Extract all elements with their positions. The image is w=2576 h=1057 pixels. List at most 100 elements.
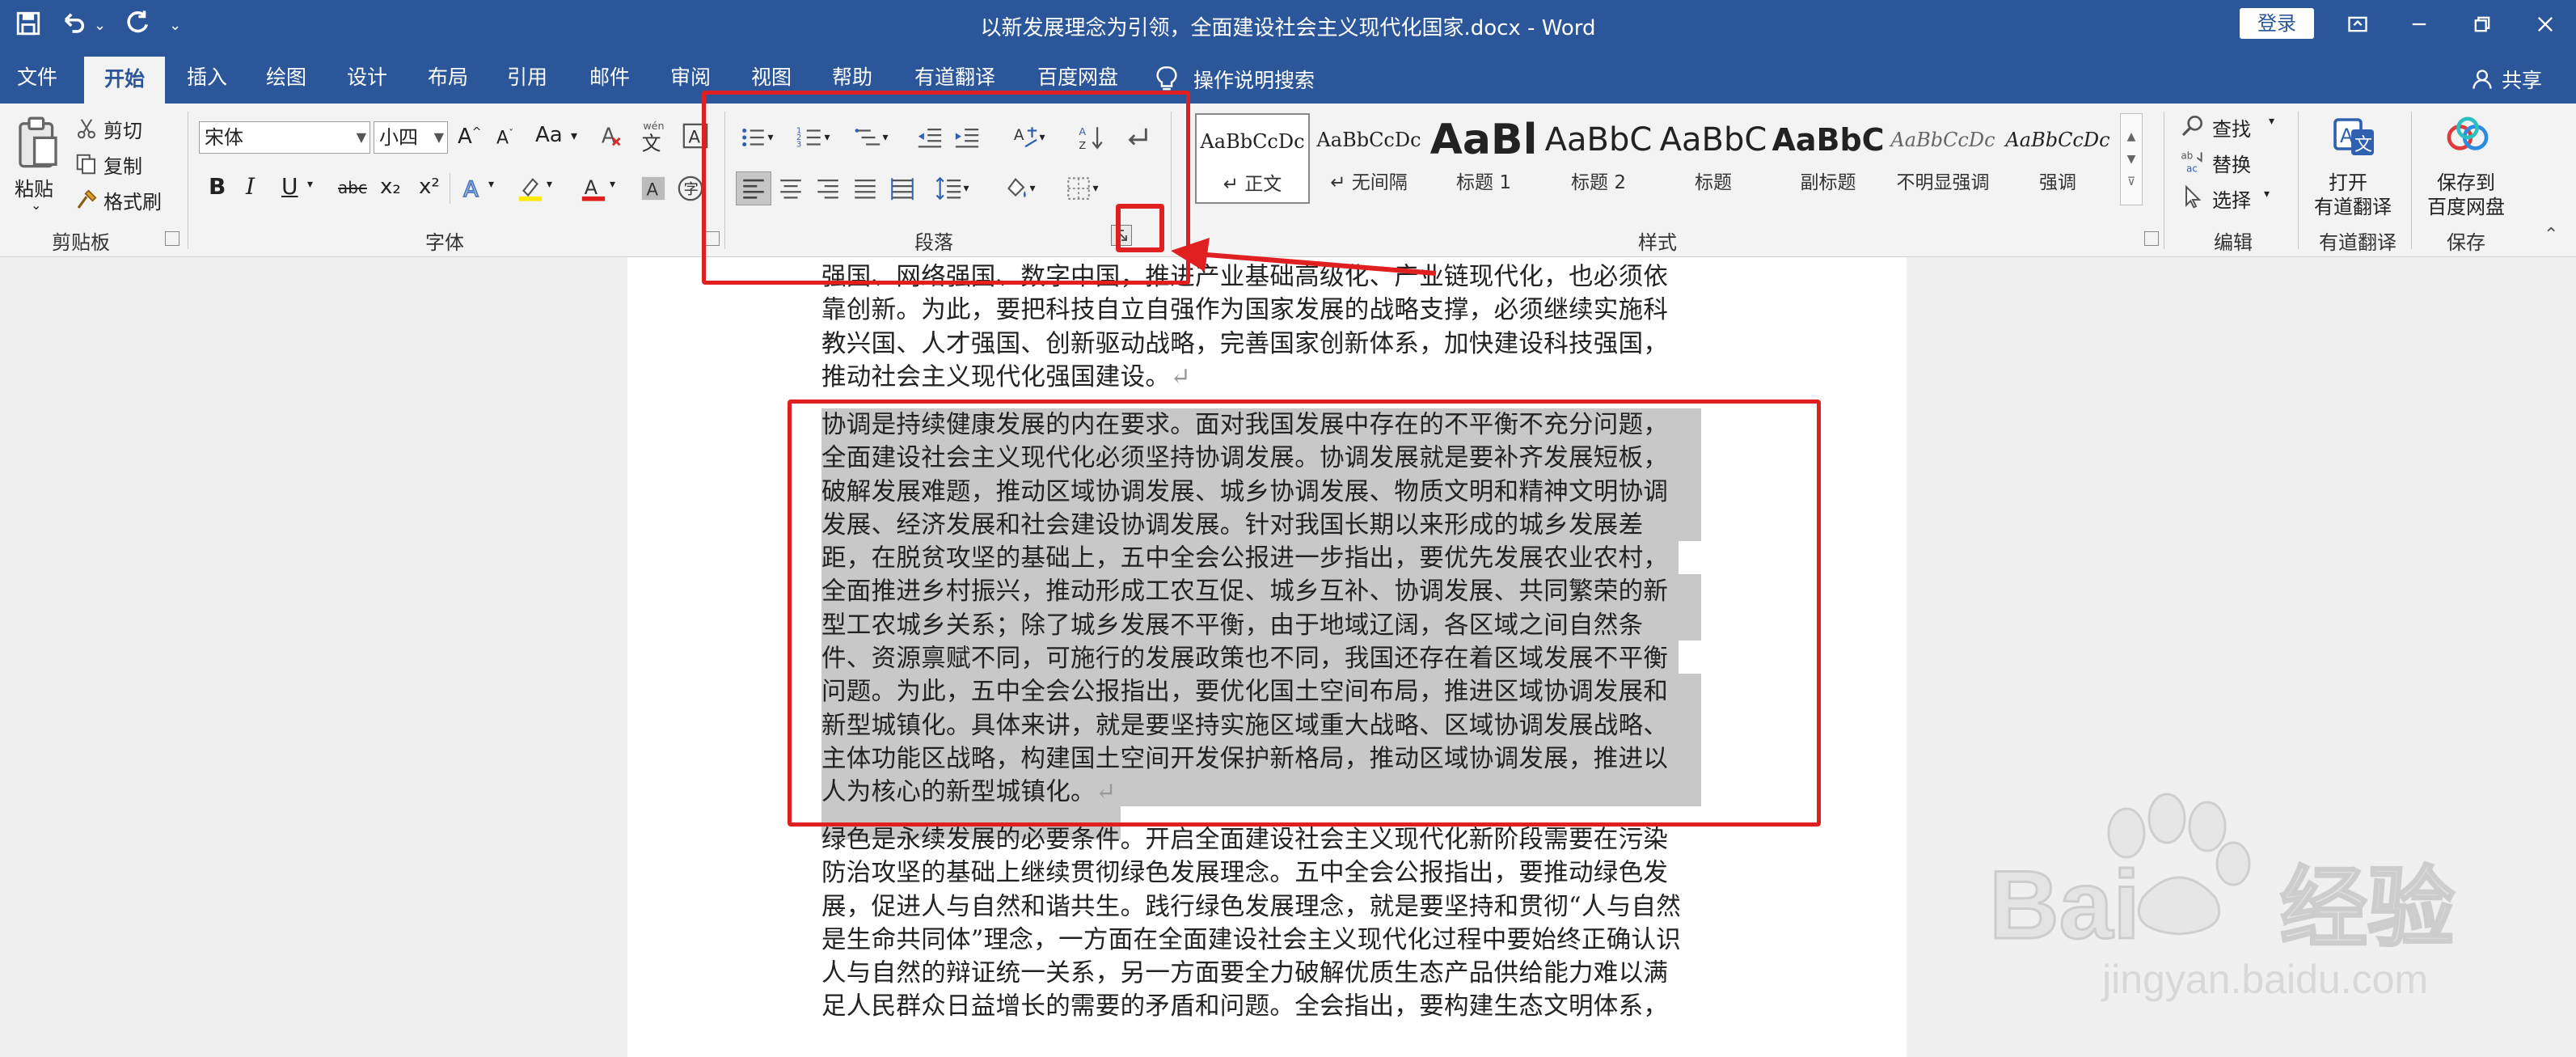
tab-references[interactable]: 引用: [496, 55, 558, 100]
styles-gallery-scroll[interactable]: ▲ ▼ ⊽: [2120, 113, 2143, 205]
tab-design[interactable]: 设计: [336, 55, 398, 100]
tab-mailings[interactable]: 邮件: [579, 55, 640, 100]
svg-text:A: A: [647, 180, 659, 201]
paste-dropdown-icon[interactable]: ⌄: [31, 197, 41, 213]
italic-button[interactable]: I: [246, 173, 255, 200]
style-subtle-emphasis[interactable]: AaBbCcDc 不明显强调: [1886, 113, 2000, 204]
underline-dropdown-icon[interactable]: ▾: [307, 178, 313, 191]
style-heading-2[interactable]: AaBbC 标题 2: [1541, 113, 1656, 204]
highlight-dropdown-icon[interactable]: ▾: [547, 178, 552, 191]
chevron-up-icon[interactable]: ▲: [2127, 130, 2136, 143]
style-normal[interactable]: AaBbCcDc ↵ 正文: [1195, 113, 1310, 204]
text-line: 靠创新。为此，要把科技自立自强作为国家发展的战略支撑，必须继续实施科: [821, 296, 1669, 325]
grow-font-icon[interactable]: A^: [458, 125, 482, 149]
svg-text:ac: ac: [2186, 163, 2198, 174]
style-name: 副标题: [1800, 172, 1856, 193]
baidu-netdisk-icon[interactable]: [2443, 112, 2492, 160]
style-sample: AaBbC: [1659, 121, 1767, 159]
text-line: 展，促进人与自然和谐共生。践行绿色发展理念，就是要坚持和贯彻“人与自然: [821, 892, 1682, 921]
text-line: 防治攻坚的基础上继续贯彻绿色发展理念。五中全会公报指出，要推动绿色发: [821, 859, 1669, 888]
character-shading-icon[interactable]: A: [639, 171, 668, 205]
minimize-icon[interactable]: [2395, 6, 2443, 42]
clipboard-icon[interactable]: [13, 115, 63, 171]
open-youdao-label-2[interactable]: 有道翻译: [2314, 191, 2392, 219]
replace-button[interactable]: 替换: [2212, 149, 2251, 177]
find-button[interactable]: 查找: [2212, 113, 2251, 142]
select-cursor-icon: [2180, 183, 2206, 210]
styles-launcher-icon[interactable]: [2144, 231, 2159, 246]
login-button[interactable]: 登录: [2240, 8, 2314, 39]
text-line: 人与自然的辩证统一关系，另一方面要全力破解优质生态产品供给能力难以满: [821, 959, 1669, 988]
subscript-button[interactable]: x₂: [380, 175, 401, 199]
format-painter-button[interactable]: 格式刷: [103, 186, 162, 214]
text-line: 教兴国、人才强国、创新驱动战略，完善国家创新体系，加快建设科技强国，: [821, 329, 1669, 358]
youdao-translate-icon[interactable]: A文: [2332, 112, 2377, 160]
paragraph-mark: ↵: [1170, 362, 1192, 391]
separator: [2411, 112, 2412, 249]
tab-insert[interactable]: 插入: [176, 55, 238, 100]
ribbon-display-options-icon[interactable]: [2333, 6, 2382, 42]
svg-text:文: 文: [642, 132, 661, 153]
superscript-button[interactable]: x²: [419, 175, 440, 199]
underline-button[interactable]: U: [281, 173, 298, 200]
editing-group-label: 编辑: [2214, 231, 2253, 254]
style-sample: AaBbCcDc: [2005, 129, 2110, 151]
text-effects-icon[interactable]: A: [458, 171, 490, 205]
close-icon[interactable]: [2521, 6, 2570, 42]
style-sample: AaBbCcDc: [1316, 129, 1421, 151]
font-size-value: 小四: [379, 126, 418, 149]
style-name: 强调: [2039, 172, 2076, 193]
restore-icon[interactable]: [2458, 6, 2506, 42]
change-case-dropdown-icon[interactable]: ▾: [571, 128, 577, 143]
font-size-combo[interactable]: 小四 ▼: [374, 121, 448, 154]
find-dropdown-icon[interactable]: ▾: [2269, 115, 2274, 128]
copy-button[interactable]: 复制: [103, 150, 142, 179]
more-styles-icon[interactable]: ⊽: [2127, 175, 2135, 188]
style-sample: AaBbCcDc: [1890, 129, 1995, 151]
paragraph-green[interactable]: 绿色是永续发展的必要条件。开启全面建设社会主义现代化新阶段需要在污染 防治攻坚的…: [821, 823, 1719, 1024]
svg-text:文: 文: [2354, 135, 2372, 155]
text-effects-dropdown-icon[interactable]: ▾: [488, 178, 494, 191]
font-color-icon[interactable]: A: [577, 171, 610, 205]
strikethrough-button[interactable]: abc: [338, 178, 367, 197]
title-bar: ⌄ ⌄ 以新发展理念为引领，全面建设社会主义现代化国家.docx - Word …: [0, 0, 2576, 50]
clipboard-launcher-icon[interactable]: [165, 231, 179, 246]
phonetic-guide-icon[interactable]: wén 文: [637, 118, 669, 154]
style-name: ↵ 正文: [1223, 174, 1282, 195]
share-button[interactable]: 共享: [2471, 65, 2542, 94]
scissors-icon: [74, 115, 99, 142]
select-button[interactable]: 选择: [2212, 184, 2251, 213]
tab-home[interactable]: 开始: [84, 57, 165, 104]
font-color-dropdown-icon[interactable]: ▾: [610, 178, 615, 191]
style-emphasis[interactable]: AaBbCcDc 强调: [2000, 113, 2115, 204]
text-line: 是生命共同体”理念，一方面在全面建设社会主义现代化过程中要始终正确认识: [821, 925, 1682, 954]
tab-draw[interactable]: 绘图: [255, 55, 317, 100]
highlight-color-icon[interactable]: [514, 171, 547, 205]
shrink-font-icon[interactable]: Aˇ: [496, 128, 513, 148]
cut-button[interactable]: 剪切: [103, 115, 142, 143]
svg-text:wén: wén: [643, 120, 664, 132]
tell-me-search[interactable]: 操作说明搜索: [1155, 65, 1315, 94]
tab-layout[interactable]: 布局: [417, 55, 479, 100]
text-line: 推动社会主义现代化强国建设。↵: [821, 362, 1192, 391]
style-no-spacing[interactable]: AaBbCcDc ↵ 无间隔: [1311, 113, 1426, 204]
bold-button[interactable]: B: [209, 173, 226, 200]
style-sample: AaBl: [1429, 116, 1538, 164]
style-heading-1[interactable]: AaBl 标题 1: [1426, 113, 1541, 204]
style-title[interactable]: AaBbC 标题: [1656, 113, 1771, 204]
share-label: 共享: [2502, 69, 2543, 92]
person-icon: [2473, 70, 2492, 89]
change-case-button[interactable]: Aa: [535, 123, 563, 147]
tab-file[interactable]: 文件: [6, 55, 68, 100]
chevron-down-icon[interactable]: ▼: [2127, 153, 2136, 166]
font-name-combo[interactable]: 宋体 ▼: [199, 121, 370, 154]
collapse-ribbon-icon[interactable]: ⌃: [2544, 225, 2558, 245]
style-name: 不明显强调: [1896, 172, 1990, 193]
style-name: 标题: [1695, 172, 1732, 193]
style-name: 标题 2: [1571, 172, 1626, 193]
clear-formatting-icon[interactable]: A: [598, 120, 627, 152]
save-to-baidu-label-2[interactable]: 百度网盘: [2427, 191, 2505, 219]
text-line: 足人民群众日益增长的需要的矛盾和问题。全会指出，要构建生态文明体系，: [821, 992, 1669, 1021]
select-dropdown-icon[interactable]: ▾: [2264, 188, 2270, 201]
style-subtitle[interactable]: AaBbC 副标题: [1771, 113, 1886, 204]
